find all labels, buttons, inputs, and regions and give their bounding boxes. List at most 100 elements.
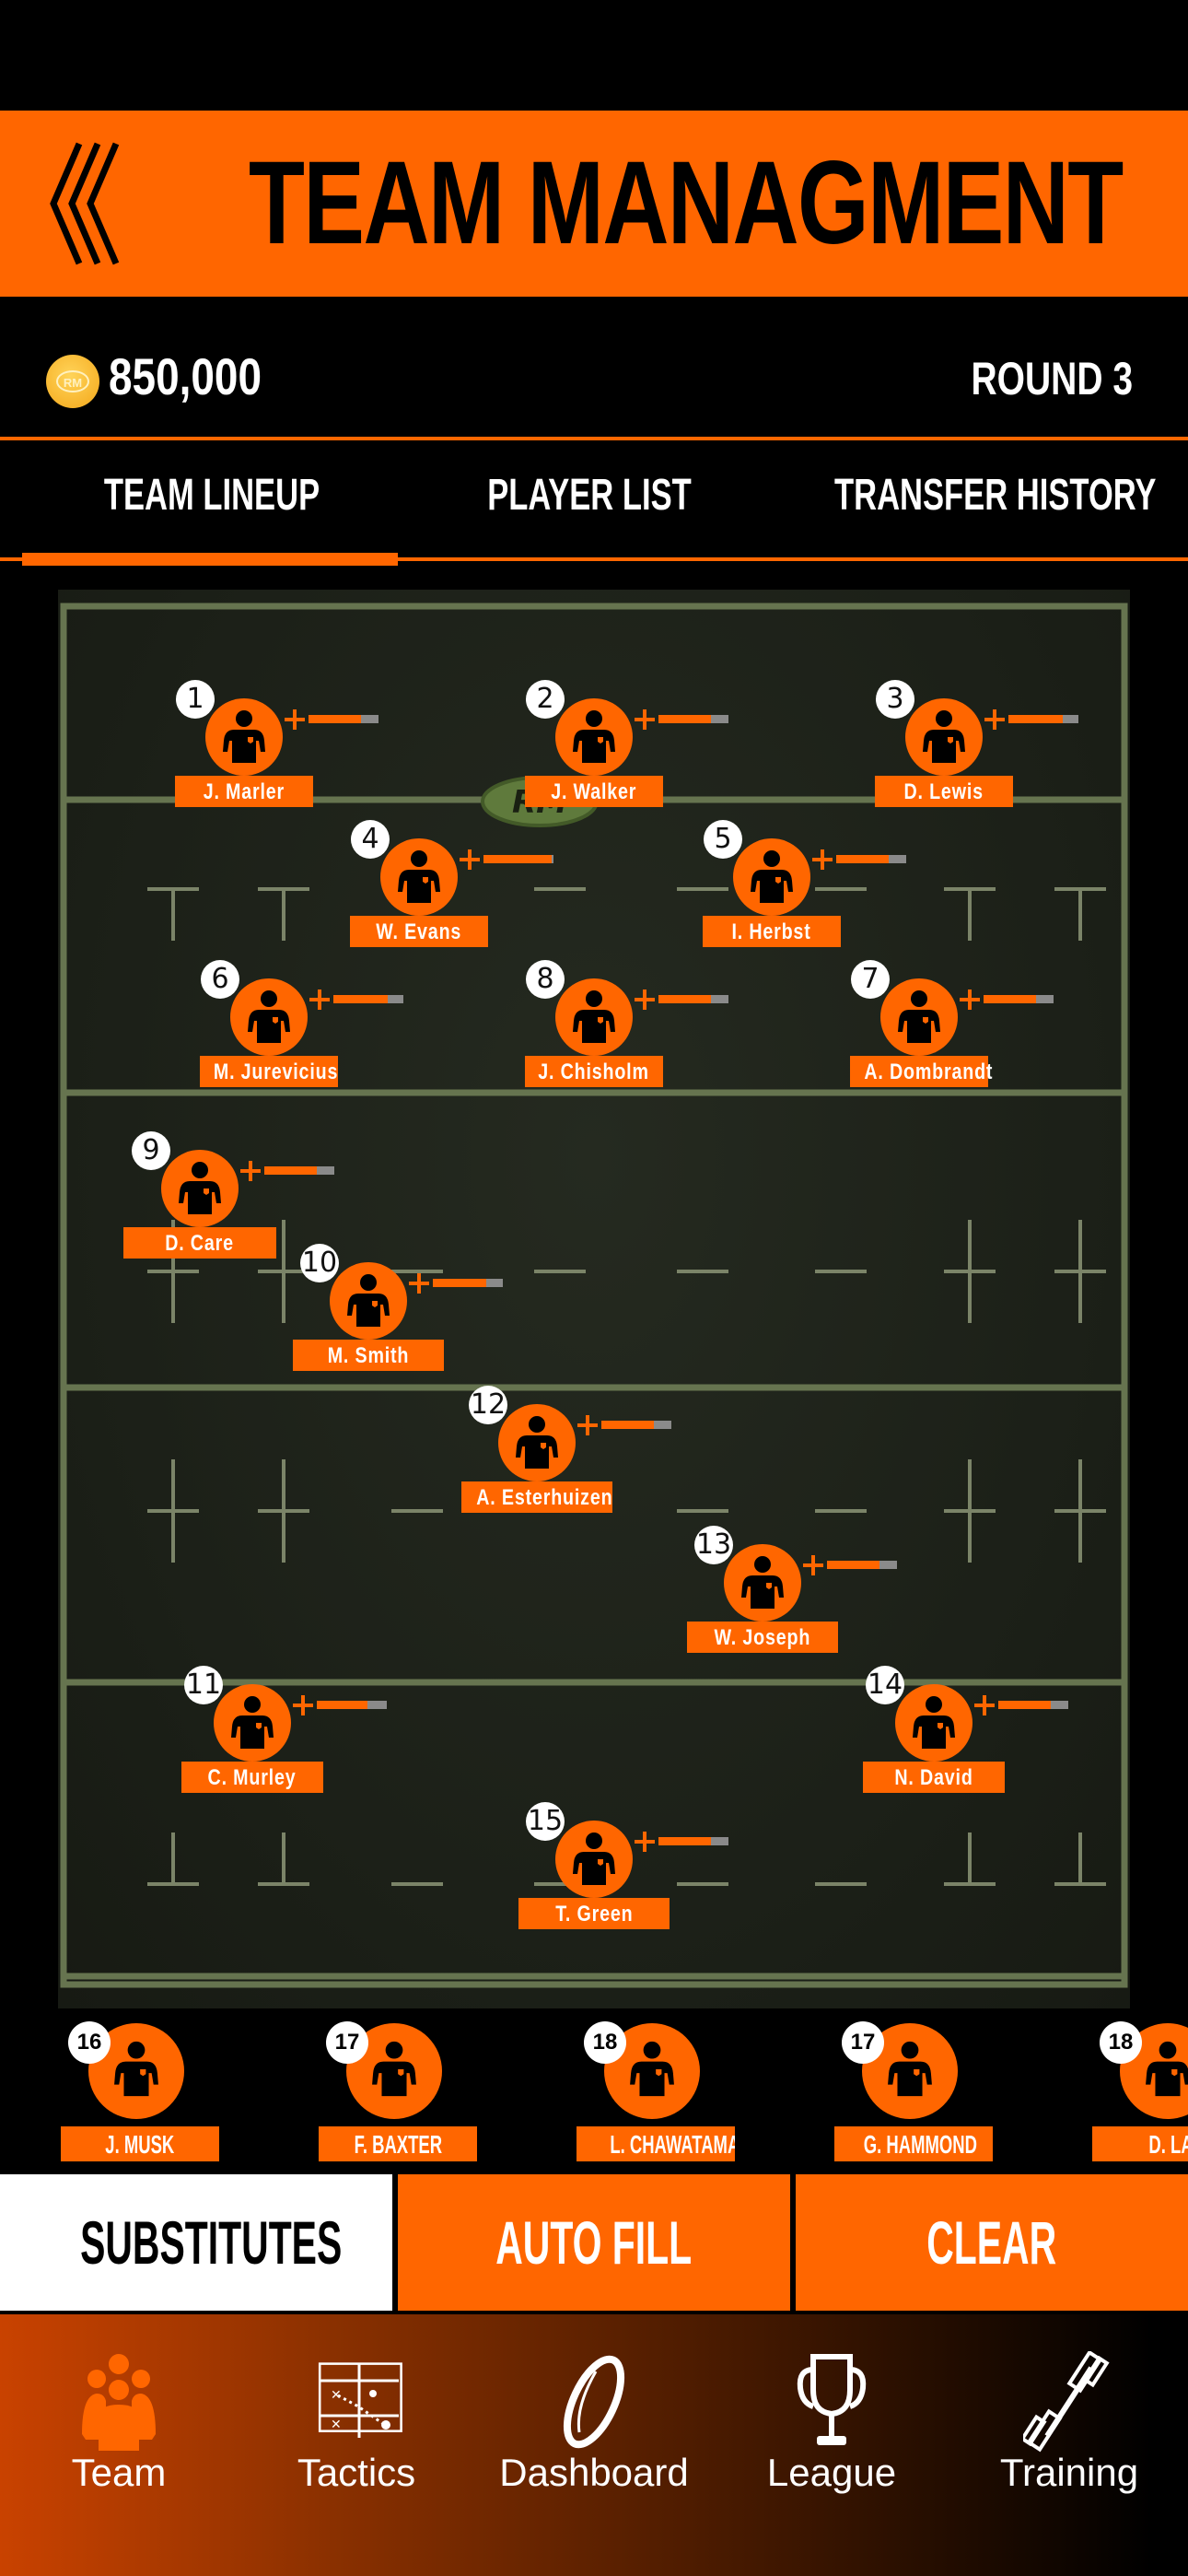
player-silhouette-icon xyxy=(1146,2041,1188,2097)
plus-icon[interactable] xyxy=(635,709,655,730)
player-avatar[interactable] xyxy=(230,978,308,1056)
player-avatar[interactable] xyxy=(724,1544,801,1622)
substitute-card[interactable]: 18 L. CHAWATAMA xyxy=(569,2021,735,2161)
plus-icon[interactable] xyxy=(960,989,980,1010)
bottom-nav: Team ✕ ✕ Tactics Dashboard League Traini… xyxy=(0,2314,1188,2576)
plus-icon[interactable] xyxy=(293,1695,313,1715)
auto-fill-button[interactable]: AUTO FILL xyxy=(398,2174,790,2311)
jersey-number-badge: 9 xyxy=(132,1131,170,1170)
fitness-bar xyxy=(1008,715,1078,723)
fitness-bar xyxy=(658,995,728,1003)
player-avatar[interactable] xyxy=(555,698,633,776)
plus-icon[interactable] xyxy=(285,709,305,730)
nav-dashboard[interactable]: Dashboard xyxy=(475,2314,713,2535)
nav-team[interactable]: Team xyxy=(0,2314,238,2535)
fitness-bar-fill xyxy=(264,1166,317,1175)
player-avatar[interactable] xyxy=(330,1262,407,1340)
substitute-card[interactable]: 17 G. HAMMOND xyxy=(827,2021,993,2161)
player-avatar[interactable] xyxy=(214,1684,291,1762)
substitute-card[interactable]: 18 D. LA xyxy=(1085,2021,1188,2161)
player-name-label: W. Evans xyxy=(350,916,488,947)
player-name-label: J. Walker xyxy=(525,776,663,807)
player-silhouette-icon xyxy=(573,990,615,1043)
plus-icon[interactable] xyxy=(984,709,1005,730)
fitness-bar xyxy=(433,1279,503,1287)
player-avatar[interactable] xyxy=(905,698,983,776)
nav-training[interactable]: Training xyxy=(950,2314,1188,2535)
jersey-number-badge: 12 xyxy=(469,1386,507,1424)
fitness-bar-fill xyxy=(658,715,711,723)
jersey-number-badge: 10 xyxy=(300,1244,339,1282)
player-name-label: M. Smith xyxy=(293,1340,444,1371)
player-avatar[interactable] xyxy=(205,698,283,776)
fitness-bar xyxy=(827,1561,897,1569)
fitness-bar xyxy=(601,1421,671,1429)
tab-team-lineup[interactable]: TEAM LINEUP xyxy=(86,470,338,525)
player-avatar[interactable] xyxy=(880,978,958,1056)
plus-icon[interactable] xyxy=(974,1695,995,1715)
player-silhouette-icon xyxy=(898,990,940,1043)
fitness-bar-fill xyxy=(658,995,711,1003)
player-avatar[interactable] xyxy=(733,838,810,916)
fitness-bar xyxy=(333,995,403,1003)
tab-transfer-history[interactable]: TRANSFER HISTORY xyxy=(834,470,1156,525)
plus-icon[interactable] xyxy=(309,989,330,1010)
plus-icon[interactable] xyxy=(803,1555,823,1575)
player-name-label: T. Green xyxy=(518,1898,670,1929)
player-silhouette-icon xyxy=(248,990,290,1043)
jersey-number-badge: 5 xyxy=(704,820,742,859)
player-avatar[interactable] xyxy=(555,978,633,1056)
player-name-label: W. Joseph xyxy=(687,1622,838,1653)
substitutes-button[interactable]: SUBSTITUTES xyxy=(0,2174,392,2311)
fitness-bar xyxy=(998,1701,1068,1709)
plus-icon[interactable] xyxy=(409,1273,429,1294)
substitute-card[interactable]: 16 J. MUSK xyxy=(53,2021,219,2161)
player-name-label: I. Herbst xyxy=(703,916,841,947)
jersey-number-badge: 7 xyxy=(851,960,890,999)
fitness-bar-fill xyxy=(827,1561,879,1569)
player-name-label: C. Murley xyxy=(181,1762,323,1793)
player-name-label: M. Jurevicius xyxy=(200,1056,338,1087)
player-silhouette-icon xyxy=(398,850,440,903)
player-avatar[interactable] xyxy=(555,1821,633,1898)
tab-player-list[interactable]: PLAYER LIST xyxy=(463,470,716,525)
fitness-bar-fill xyxy=(984,995,1036,1003)
player-avatar[interactable] xyxy=(161,1150,239,1227)
plus-icon[interactable] xyxy=(460,849,480,870)
nav-league[interactable]: League xyxy=(713,2314,950,2535)
fitness-bar-fill xyxy=(601,1421,654,1429)
plus-icon[interactable] xyxy=(635,989,655,1010)
player-avatar[interactable] xyxy=(380,838,458,916)
fitness-bar xyxy=(984,995,1054,1003)
player-name-label: A. Esterhuizen xyxy=(461,1481,612,1513)
player-avatar[interactable] xyxy=(895,1684,973,1762)
jersey-number-badge: 17 xyxy=(842,2021,884,2064)
jersey-number-badge: 2 xyxy=(526,680,565,719)
tactics-board-icon: ✕✕ xyxy=(318,2362,402,2438)
substitute-card[interactable]: 17 F. BAXTER xyxy=(311,2021,477,2161)
player-silhouette-icon xyxy=(179,1162,221,1214)
fitness-bar xyxy=(658,1837,728,1845)
plus-icon[interactable] xyxy=(812,849,833,870)
fitness-bar xyxy=(483,855,553,863)
plus-icon[interactable] xyxy=(577,1415,598,1435)
player-silhouette-icon xyxy=(223,710,265,763)
plus-icon[interactable] xyxy=(240,1161,261,1181)
active-tab-indicator xyxy=(22,553,398,566)
fitness-bar-fill xyxy=(309,715,361,723)
player-silhouette-icon xyxy=(923,710,965,763)
jersey-number-badge: 3 xyxy=(876,680,914,719)
clear-button[interactable]: CLEAR xyxy=(796,2174,1188,2311)
plus-icon[interactable] xyxy=(635,1832,655,1852)
nav-tactics[interactable]: ✕ ✕ Tactics xyxy=(238,2314,475,2535)
player-avatar[interactable] xyxy=(498,1404,576,1481)
jersey-number-badge: 8 xyxy=(526,960,565,999)
player-silhouette-icon xyxy=(913,1696,955,1749)
back-button[interactable] xyxy=(42,140,144,267)
fitness-bar xyxy=(309,715,379,723)
rugby-ball-icon xyxy=(563,2355,625,2449)
player-silhouette-icon xyxy=(573,1832,615,1885)
player-silhouette-icon xyxy=(516,1416,558,1469)
coin-balance: 850,000 xyxy=(109,347,262,405)
fitness-bar-fill xyxy=(433,1279,486,1287)
